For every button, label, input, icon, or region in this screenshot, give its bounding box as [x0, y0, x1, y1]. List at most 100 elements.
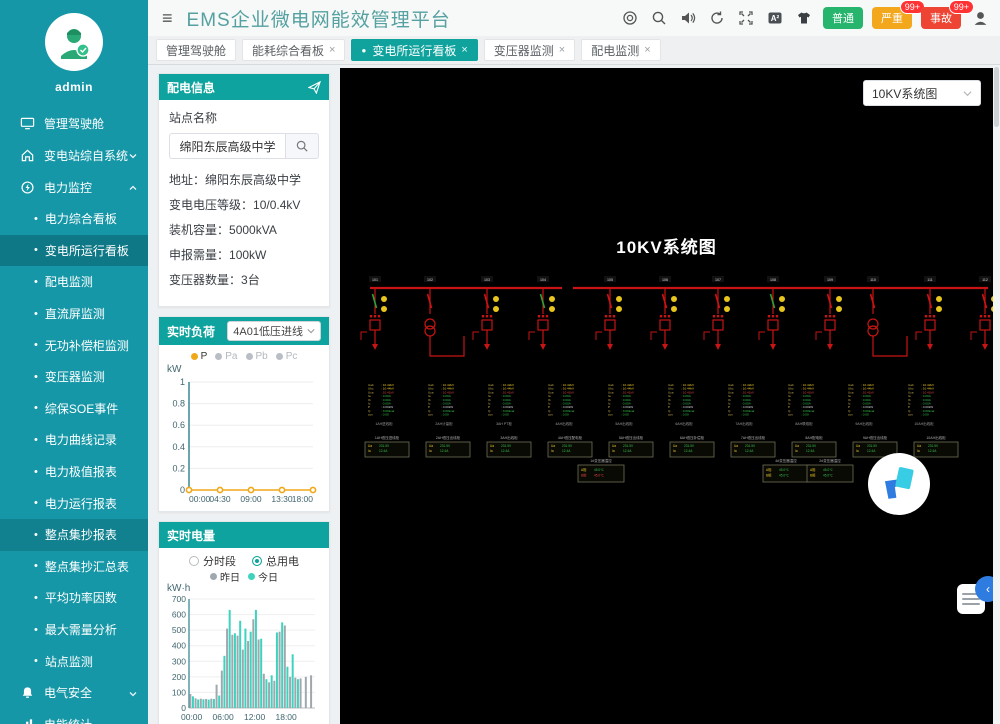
data-block-2AH计量柜: Uab: 10.42kVUbc: 10.44kVUca: 10.41kVIa: …	[428, 383, 455, 426]
home-icon	[20, 148, 35, 163]
status-badge-事故[interactable]: 事故99+	[921, 7, 961, 29]
legend-item-昨日[interactable]: 昨日	[210, 569, 240, 584]
search-icon[interactable]	[649, 8, 669, 28]
sidebar-subitem-label: 电力运行报表	[45, 495, 117, 512]
data-block-9AH出线柜: Uab: 10.42kVUbc: 10.44kVUca: 10.41kVIa: …	[848, 383, 875, 426]
power-icon	[20, 180, 35, 195]
radio-总用电[interactable]: 总用电	[252, 553, 299, 569]
sidebar-subitem-变压器监测[interactable]: •变压器监测	[0, 361, 148, 393]
sidebar-subitem-直流屏监测[interactable]: •直流屏监测	[0, 298, 148, 330]
hamburger-menu-icon[interactable]: ≡	[162, 9, 173, 27]
svg-text:10AH出线柜: 10AH出线柜	[914, 421, 934, 426]
legend-item-今日[interactable]: 今日	[248, 569, 278, 584]
status-badge-严重[interactable]: 严重99+	[872, 7, 912, 29]
svg-text:3AH出线柜: 3AH出线柜	[500, 435, 518, 440]
tab-close-icon[interactable]: ×	[559, 44, 565, 56]
svg-text:108: 108	[770, 278, 776, 282]
svg-text:Ia: Ia	[490, 449, 493, 453]
svg-text:: 0.00: : 0.00	[441, 413, 449, 417]
sidebar-subitem-label: 直流屏监测	[45, 305, 105, 322]
svg-text:cos: cos	[548, 413, 553, 417]
sidebar-subitem-变电所运行看板[interactable]: •变电所运行看板	[0, 235, 148, 267]
sidebar-subitem-整点集抄报表[interactable]: •整点集抄报表	[0, 519, 148, 551]
sidebar-subitem-电力极值报表[interactable]: •电力极值报表	[0, 456, 148, 488]
refresh-icon[interactable]	[707, 8, 727, 28]
energy-mode-radios: 分时段总用电	[163, 552, 325, 570]
tab-变电所运行看板[interactable]: 变电所运行看板×	[351, 39, 477, 61]
volume-icon[interactable]	[678, 8, 698, 28]
site-search-input[interactable]	[169, 133, 285, 159]
sidebar-subitem-label: 无功补偿柜监测	[45, 337, 129, 354]
legend-item-Pa[interactable]: Pa	[215, 351, 237, 362]
sidebar-item-电力监控[interactable]: 电力监控	[0, 171, 148, 203]
info-field-申报需量: 申报需量：100kW	[169, 243, 319, 268]
svg-text:A相: A相	[810, 467, 815, 472]
fullscreen-icon[interactable]	[736, 8, 756, 28]
load-legend: P Pa Pb Pc	[163, 349, 325, 364]
theme-shirt-icon[interactable]	[794, 8, 814, 28]
site-search-button[interactable]	[285, 133, 319, 159]
sidebar-subitem-配电监测[interactable]: •配电监测	[0, 266, 148, 298]
svg-text:04:30: 04:30	[209, 494, 231, 504]
tab-能耗综合看板[interactable]: 能耗综合看板×	[242, 39, 345, 61]
svg-text:B相: B相	[581, 473, 586, 478]
svg-text:231.5V: 231.5V	[562, 444, 573, 448]
legend-item-Pc[interactable]: Pc	[276, 351, 298, 362]
tab-label: 管理驾驶舱	[166, 42, 226, 59]
sidebar-subitem-电力综合看板[interactable]: •电力综合看板	[0, 203, 148, 235]
svg-text:cos: cos	[728, 413, 733, 417]
sidebar-subitem-电力曲线记录[interactable]: •电力曲线记录	[0, 424, 148, 456]
bullet-icon: •	[34, 371, 38, 383]
sidebar-item-管理驾驶舱[interactable]: 管理驾驶舱	[0, 107, 148, 139]
send-icon[interactable]	[308, 81, 321, 94]
tab-变压器监测[interactable]: 变压器监测×	[484, 39, 575, 61]
sidebar-subitem-站点监测[interactable]: •站点监测	[0, 645, 148, 677]
temp-box-4#变压器温控: 4#变压器温控A相45.0℃B相45.0℃	[763, 458, 809, 482]
sidebar-subitem-最大需量分析[interactable]: •最大需量分析	[0, 614, 148, 646]
svg-text:600: 600	[172, 610, 186, 620]
data-block-3AH PT柜: Uab: 10.42kVUbc: 10.44kVUca: 10.41kVIa: …	[488, 383, 515, 426]
sidebar-item-电能统计[interactable]: 电能统计	[0, 709, 148, 724]
translate-icon[interactable]: A²	[765, 8, 785, 28]
sidebar-item-电气安全[interactable]: 电气安全	[0, 677, 148, 709]
svg-text:12:00: 12:00	[244, 712, 266, 722]
target-icon[interactable]	[620, 8, 640, 28]
bottom-box-1AH低压进线柜: 1AH低压进线柜Ua231.5VIa12.4A	[365, 435, 409, 457]
sidebar-subitem-无功补偿柜监测[interactable]: •无功补偿柜监测	[0, 329, 148, 361]
feeder-select[interactable]: 4A01低压进线	[227, 321, 321, 341]
diagram-select[interactable]: 10KV系统图	[863, 80, 981, 106]
sidebar-subitem-综保SOE事件[interactable]: •综保SOE事件	[0, 393, 148, 425]
bullet-icon: •	[34, 592, 38, 604]
user-avatar-icon[interactable]	[970, 8, 990, 28]
field-value: 100kW	[229, 248, 266, 262]
sidebar-item-label: 管理驾驶舱	[44, 115, 138, 132]
legend-item-Pb[interactable]: Pb	[246, 351, 268, 362]
svg-text:Ia: Ia	[429, 449, 432, 453]
sidebar-item-变电站综自系统[interactable]: 变电站综自系统	[0, 139, 148, 171]
bullet-icon: •	[34, 244, 38, 256]
tab-close-icon[interactable]: ×	[329, 44, 335, 56]
avatar[interactable]	[45, 13, 103, 71]
status-badge-普通[interactable]: 普通	[823, 7, 863, 29]
sidebar-subitem-平均功率因数[interactable]: • 平均功率因数	[0, 582, 148, 614]
tab-close-icon[interactable]: ×	[644, 44, 650, 56]
svg-text:45.0℃: 45.0℃	[594, 468, 604, 472]
sidebar-subitem-整点集抄汇总表[interactable]: •整点集抄汇总表	[0, 551, 148, 583]
svg-text:: 0.00: : 0.00	[561, 413, 569, 417]
realtime-energy-title: 实时电量	[167, 527, 215, 544]
tab-配电监测[interactable]: 配电监测 ×	[581, 39, 660, 61]
tab-label: 配电监测	[591, 42, 639, 59]
sidebar-subitem-label: 平均功率因数	[45, 589, 117, 606]
field-value: 10/0.4kV	[253, 198, 300, 212]
tab-管理驾驶舱[interactable]: 管理驾驶舱	[156, 39, 236, 61]
sidebar-subitem-电力运行报表[interactable]: •电力运行报表	[0, 487, 148, 519]
tab-close-icon[interactable]: ×	[461, 44, 467, 56]
svg-text:Ia: Ia	[795, 449, 798, 453]
data-block-7AH出线柜: Uab: 10.42kVUbc: 10.44kVUca: 10.41kVIa: …	[728, 383, 755, 426]
floating-assistant[interactable]: ‹	[957, 576, 993, 618]
legend-item-P[interactable]: P	[191, 351, 208, 362]
vertical-scrollbar[interactable]	[993, 65, 1000, 724]
todesk-logo	[868, 453, 930, 515]
radio-分时段[interactable]: 分时段	[189, 553, 236, 569]
svg-text:8AH联络柜: 8AH联络柜	[795, 421, 813, 426]
